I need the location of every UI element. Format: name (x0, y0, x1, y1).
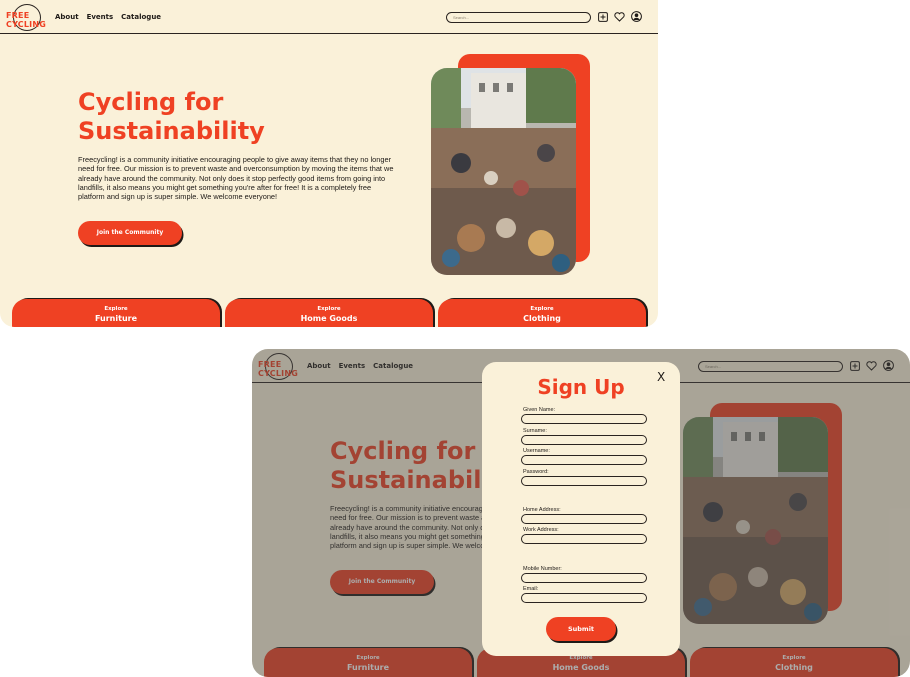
email-label: Email: (523, 586, 539, 592)
given-name-field[interactable] (521, 414, 647, 424)
category-name: Clothing (523, 314, 561, 323)
category-explore-label: Explore (317, 306, 341, 312)
hero-title-line-1: Cycling for (78, 88, 224, 116)
logo-text: FREE CYCLING (6, 11, 46, 29)
nav-links: About Events Catalogue (55, 13, 161, 21)
home-address-label: Home Address: (523, 507, 561, 513)
surname-label: Surname: (523, 428, 547, 434)
nav-link-events[interactable]: Events (87, 13, 114, 21)
username-field[interactable] (521, 455, 647, 465)
category-card-clothing[interactable]: Explore Clothing (438, 299, 646, 327)
password-label: Password: (523, 469, 549, 475)
modal-title: Sign Up (537, 375, 625, 399)
given-name-label: Given Name: (523, 407, 556, 413)
hero-description: Freecycling! is a community initiative e… (78, 155, 394, 202)
work-address-field[interactable] (521, 534, 647, 544)
nav-link-about[interactable]: About (55, 13, 79, 21)
search-input[interactable]: Search... (446, 12, 591, 23)
home-address-field[interactable] (521, 514, 647, 524)
category-name: Furniture (94, 314, 138, 323)
add-icon[interactable] (598, 11, 608, 22)
password-field[interactable] (521, 476, 647, 486)
hero-photo (431, 68, 576, 275)
category-explore-label: Explore (530, 306, 554, 312)
category-card-furniture[interactable]: Explore Furniture (12, 299, 220, 327)
logo-line-2: CYCLING (6, 19, 46, 29)
hero-title-line-2: Sustainability (78, 117, 265, 145)
hero-title: Cycling for Sustainability (78, 88, 378, 146)
nav-icons (598, 11, 642, 22)
surname-field[interactable] (521, 435, 647, 445)
heart-icon[interactable] (614, 11, 625, 22)
category-cards: Explore Furniture Explore Home Goods Exp… (12, 299, 648, 327)
signup-modal: X Sign Up Given Name: Surname: Username:… (482, 362, 680, 656)
category-explore-label: Explore (104, 306, 128, 312)
category-name: Home Goods (300, 314, 358, 323)
mobile-number-label: Mobile Number: (523, 566, 562, 572)
mobile-number-field[interactable] (521, 573, 647, 583)
category-card-home-goods[interactable]: Explore Home Goods (225, 299, 433, 327)
email-field[interactable] (521, 593, 647, 603)
nav-link-catalogue[interactable]: Catalogue (121, 13, 161, 21)
join-community-button[interactable]: Join the Community (78, 221, 182, 245)
username-label: Username: (523, 448, 550, 454)
work-address-label: Work Address: (523, 527, 559, 533)
account-icon[interactable] (631, 11, 642, 22)
logo[interactable]: FREE CYCLING (6, 4, 46, 32)
navbar: FREE CYCLING About Events Catalogue Sear… (0, 0, 658, 34)
landing-page-screenshot: FREE CYCLING About Events Catalogue Sear… (0, 0, 658, 327)
submit-button[interactable]: Submit (546, 617, 616, 641)
